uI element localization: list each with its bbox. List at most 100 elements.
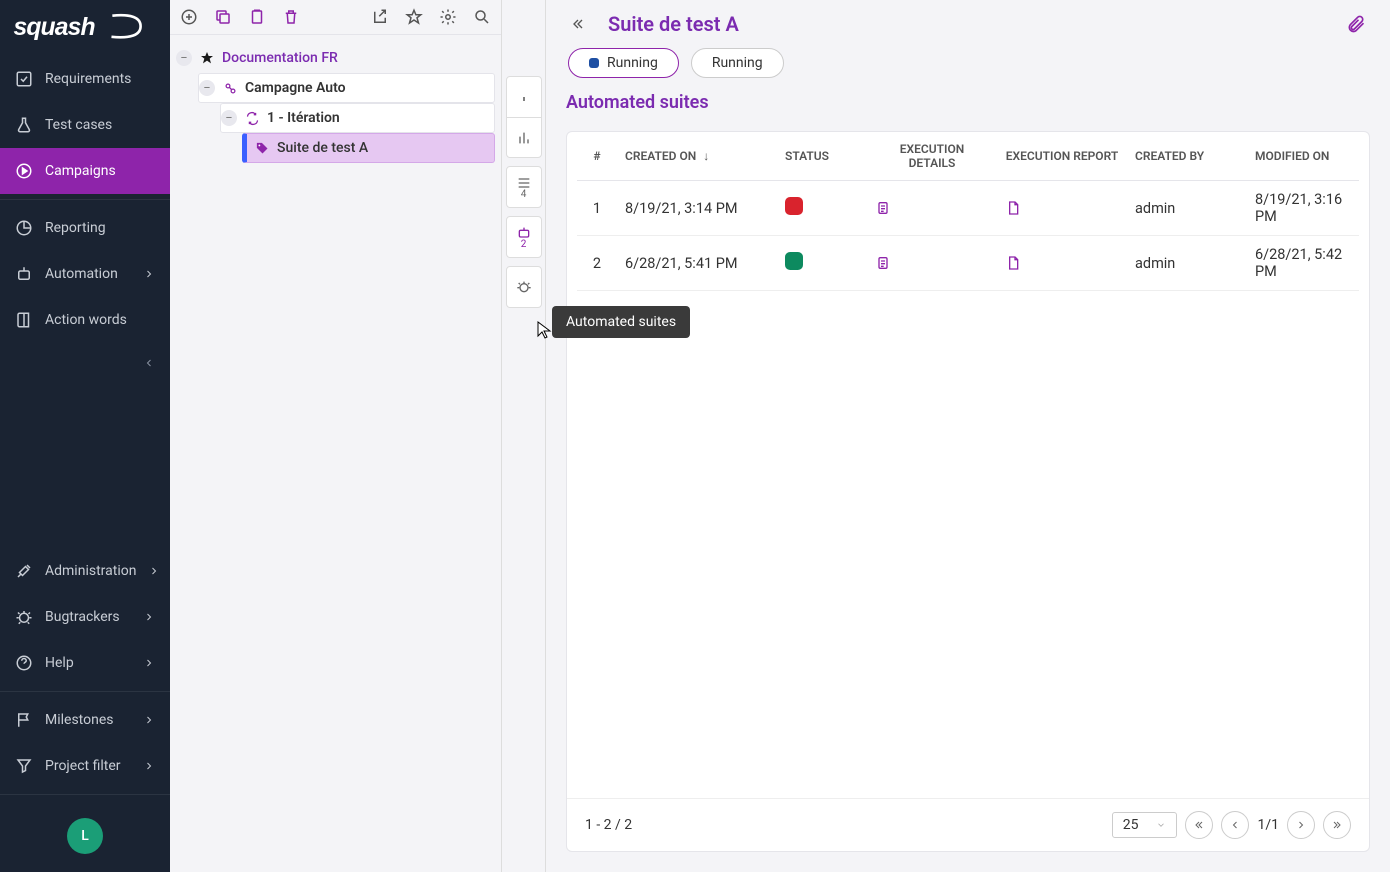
cell-created-by: admin (1127, 236, 1247, 291)
th-status[interactable]: STATUS (777, 132, 867, 181)
search-icon[interactable] (471, 6, 493, 28)
add-icon[interactable] (178, 6, 200, 28)
cell-created: 8/19/21, 3:14 PM (617, 181, 777, 236)
book-icon (15, 311, 33, 329)
star-filled-icon (198, 49, 216, 67)
attachment-icon[interactable] (1346, 12, 1366, 36)
app-logo: squash (0, 0, 170, 56)
sidebar-item-actionwords[interactable]: Action words (0, 297, 170, 343)
subnav-issues[interactable] (507, 267, 541, 307)
list-count-badge: 4 (521, 189, 527, 200)
collapse-icon[interactable]: − (199, 80, 215, 96)
cell-exec-details[interactable] (867, 236, 997, 291)
cell-exec-details[interactable] (867, 181, 997, 236)
main-content: Suite de test A Running Running Automate… (546, 0, 1390, 872)
th-exec-details[interactable]: EXECUTION DETAILS (867, 132, 997, 181)
sidebar-item-label: Bugtrackers (45, 609, 120, 625)
page-size-select[interactable]: 25 (1112, 812, 1178, 838)
iteration-icon (243, 109, 261, 127)
automated-suites-table: # CREATED ON ↓ STATUS EXECUTION DETAILS … (577, 132, 1359, 291)
th-exec-report[interactable]: EXECUTION REPORT (997, 132, 1127, 181)
th-created[interactable]: CREATED ON ↓ (617, 132, 777, 181)
robot-count-badge: 2 (521, 239, 527, 250)
chevron-right-icon (143, 760, 155, 772)
sidebar-item-projectfilter[interactable]: Project filter (0, 743, 170, 789)
th-modified[interactable]: MODIFIED ON (1247, 132, 1359, 181)
tree-project[interactable]: − Documentation FR (176, 43, 495, 73)
cell-exec-report[interactable] (997, 181, 1127, 236)
paste-icon[interactable] (246, 6, 268, 28)
status-dot-icon (589, 58, 599, 68)
gear-icon[interactable] (437, 6, 459, 28)
collapse-icon[interactable]: − (176, 50, 192, 66)
page-title: Suite de test A (608, 12, 739, 36)
th-num[interactable]: # (577, 132, 617, 181)
cell-exec-report[interactable] (997, 236, 1127, 291)
bug-icon (15, 608, 33, 626)
tree-campaign[interactable]: − Campagne Auto (198, 73, 495, 103)
checkbox-icon (15, 70, 33, 88)
table-row[interactable]: 26/28/21, 5:41 PMadmin6/28/21, 5:42 PM (577, 236, 1359, 291)
tree-suite-selected[interactable]: Suite de test A (242, 133, 495, 163)
sort-desc-icon: ↓ (703, 149, 709, 163)
sidebar-item-requirements[interactable]: Requirements (0, 56, 170, 102)
cell-modified: 8/19/21, 3:16 PM (1247, 181, 1359, 236)
cell-num: 2 (577, 236, 617, 291)
cursor-icon (536, 320, 552, 340)
sidebar-item-label: Milestones (45, 712, 114, 728)
campaign-icon (221, 79, 239, 97)
tree-toolbar (170, 0, 501, 35)
sidebar-item-label: Action words (45, 312, 127, 328)
tree-label: Campagne Auto (245, 80, 346, 96)
subnav-list[interactable]: 4 (507, 167, 541, 207)
sidebar-item-testcases[interactable]: Test cases (0, 102, 170, 148)
sidebar-item-label: Automation (45, 266, 118, 282)
automated-suites-card: # CREATED ON ↓ STATUS EXECUTION DETAILS … (566, 131, 1370, 852)
subnav-automated-suites[interactable]: 2 (507, 217, 541, 257)
collapse-detail-icon[interactable] (570, 16, 590, 32)
main-header: Suite de test A (546, 0, 1390, 48)
status-pills: Running Running (546, 48, 1390, 88)
page-first-button[interactable] (1185, 811, 1213, 839)
tree-iteration[interactable]: − 1 - Itération (220, 103, 495, 133)
robot-icon (15, 265, 33, 283)
sidebar-item-campaigns[interactable]: Campaigns (0, 148, 170, 194)
sidebar-item-help[interactable]: Help (0, 640, 170, 686)
subnav-info[interactable] (507, 77, 541, 117)
status-indicator-icon (785, 197, 803, 215)
result-range: 1 - 2 / 2 (585, 817, 632, 833)
chevron-right-icon (143, 657, 155, 669)
sidebar-item-milestones[interactable]: Milestones (0, 697, 170, 743)
table-row[interactable]: 18/19/21, 3:14 PMadmin8/19/21, 3:16 PM (577, 181, 1359, 236)
pill-label: Running (607, 55, 658, 71)
sidebar-item-automation[interactable]: Automation (0, 251, 170, 297)
sidebar-item-bugtrackers[interactable]: Bugtrackers (0, 594, 170, 640)
user-avatar[interactable]: L (67, 818, 103, 854)
section-title: Automated suites (546, 88, 1390, 125)
sidebar-item-administration[interactable]: Administration (0, 548, 170, 594)
flask-icon (15, 116, 33, 134)
copy-icon[interactable] (212, 6, 234, 28)
tree-body: − Documentation FR − Campagne Auto − 1 -… (170, 35, 501, 872)
th-created-by[interactable]: CREATED BY (1127, 132, 1247, 181)
page-next-button[interactable] (1287, 811, 1315, 839)
star-icon[interactable] (403, 6, 425, 28)
export-icon[interactable] (369, 6, 391, 28)
sidebar-item-label: Project filter (45, 758, 121, 774)
page-last-button[interactable] (1323, 811, 1351, 839)
trash-icon[interactable] (280, 6, 302, 28)
chevron-right-icon (143, 611, 155, 623)
cell-status (777, 181, 867, 236)
pill-running-active[interactable]: Running (568, 48, 679, 78)
collapse-icon[interactable]: − (221, 110, 237, 126)
sidebar-item-label: Help (45, 655, 74, 671)
pill-running[interactable]: Running (691, 48, 784, 78)
subnav-stats[interactable] (507, 117, 541, 157)
chevron-right-icon (148, 565, 160, 577)
page-prev-button[interactable] (1221, 811, 1249, 839)
status-indicator-icon (785, 252, 803, 270)
chevron-right-icon (143, 714, 155, 726)
sidebar-item-reporting[interactable]: Reporting (0, 205, 170, 251)
help-icon (15, 654, 33, 672)
collapse-sidebar-button[interactable] (0, 343, 170, 383)
